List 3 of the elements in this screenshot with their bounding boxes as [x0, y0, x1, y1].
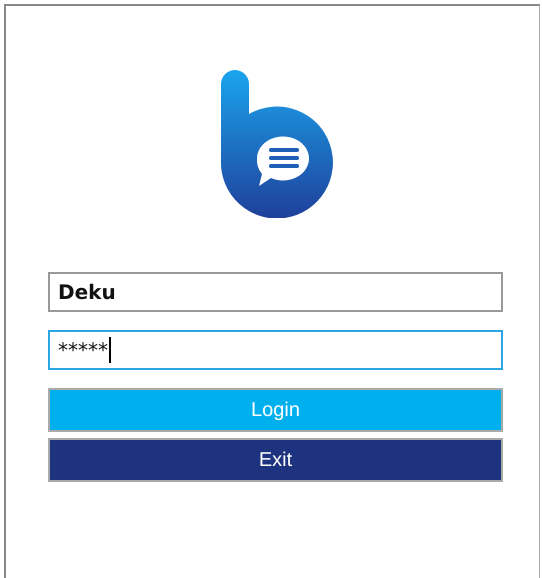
exit-button[interactable]: Exit	[48, 438, 503, 482]
username-field[interactable]: Deku	[48, 272, 503, 312]
password-field[interactable]: *****	[48, 330, 503, 370]
